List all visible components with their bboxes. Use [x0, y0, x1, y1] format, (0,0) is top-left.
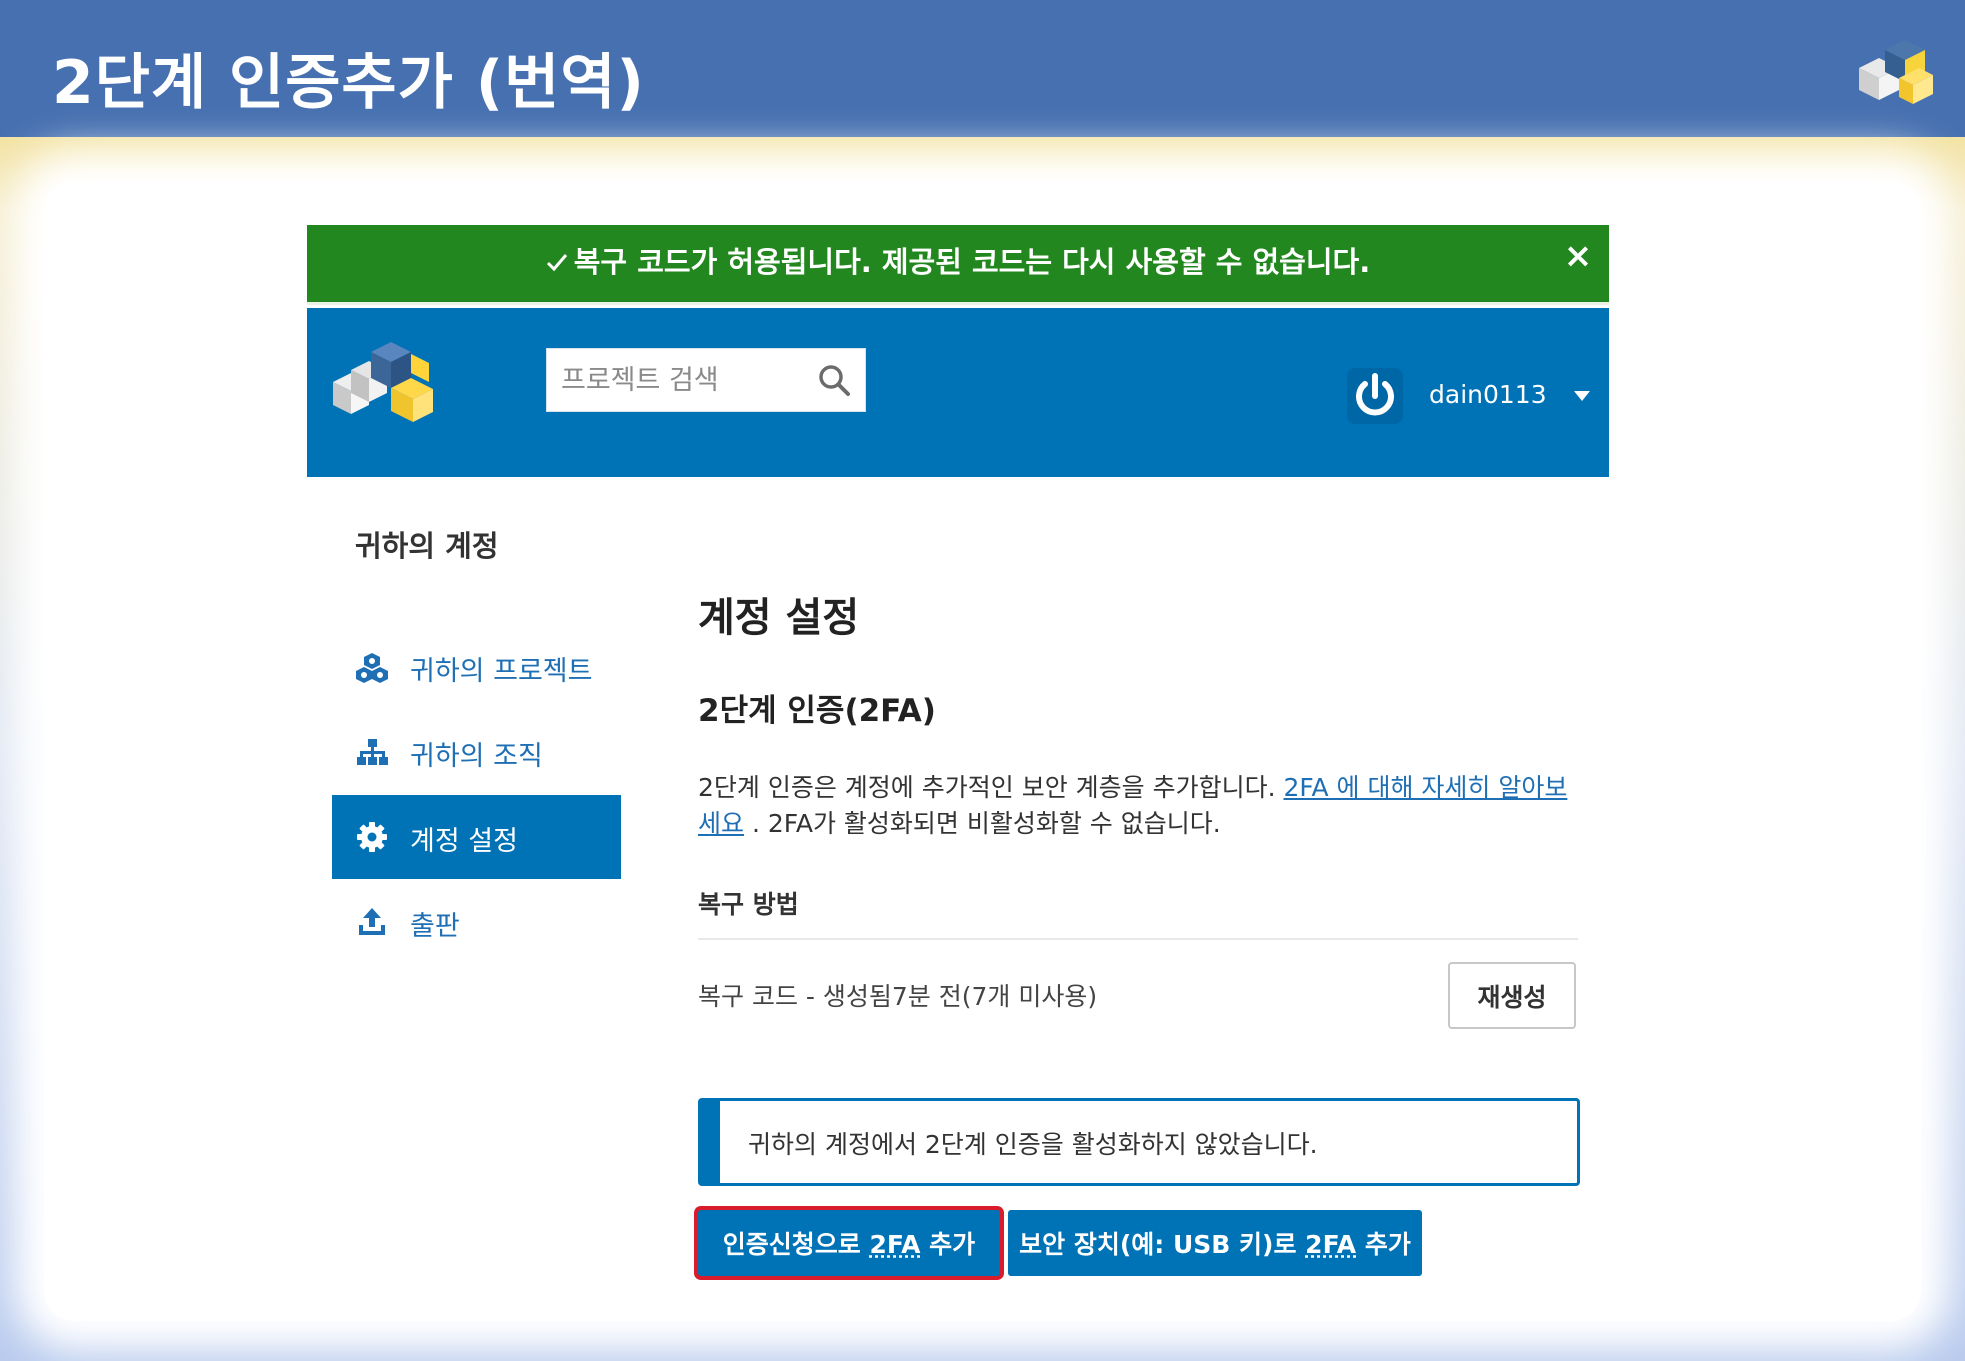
add-2fa-webauthn-button[interactable]: 인증신청으로 2FA 추가 [698, 1210, 1000, 1276]
twofa-disabled-callout: 귀하의 계정에서 2단계 인증을 활성화하지 않았습니다. [698, 1098, 1580, 1186]
success-flash-banner: 복구 코드가 허용됩니다. 제공된 코드는 다시 사용할 수 없습니다. × [307, 225, 1609, 305]
chevron-down-icon [1574, 391, 1590, 401]
recovery-code-status: 복구 코드 - 생성됨7분 전(7개 미사용) [698, 982, 1098, 1011]
project-search [546, 348, 866, 412]
slide-header: 2단계 인증추가 (번역) [0, 0, 1965, 137]
sidebar-item-label: 출판 [410, 911, 460, 942]
sidebar-item-label: 귀하의 프로젝트 [410, 656, 593, 687]
sidebar-item-publishing[interactable]: 출판 [332, 880, 621, 964]
pypi-screenshot: 복구 코드가 허용됩니다. 제공된 코드는 다시 사용할 수 없습니다. × 프… [307, 225, 1609, 1280]
sitemap-icon [357, 739, 388, 765]
search-icon[interactable] [817, 363, 851, 397]
sidebar-item-projects[interactable]: 귀하의 프로젝트 [332, 625, 621, 709]
python-cubes-logo [1859, 40, 1933, 104]
check-icon [546, 245, 568, 279]
sidebar-item-label: 계정 설정 [410, 826, 518, 857]
pypi-logo[interactable] [329, 330, 439, 430]
gear-icon [357, 822, 387, 852]
cubes-icon [356, 653, 388, 683]
callout-text: 귀하의 계정에서 2단계 인증을 활성화하지 않았습니다. [748, 1130, 1318, 1159]
username: dain0113 [1429, 380, 1547, 409]
avatar [1347, 368, 1403, 424]
divider [698, 938, 1578, 940]
sidebar-item-account-settings[interactable]: 계정 설정 [332, 795, 621, 879]
flash-message: 복구 코드가 허용됩니다. 제공된 코드는 다시 사용할 수 없습니다. [573, 245, 1371, 279]
site-header: dain0113 [307, 308, 1609, 477]
section-title: 2단계 인증(2FA) [698, 693, 936, 729]
twofa-description: 2단계 인증은 계정에 추가적인 보안 계층을 추가합니다. 2FA 에 대해 … [698, 773, 1568, 838]
search-input[interactable] [561, 361, 801, 399]
add-2fa-security-device-button[interactable]: 보안 장치(예: USB 키)로 2FA 추가 [1008, 1210, 1422, 1276]
power-icon [1356, 373, 1394, 416]
sidebar-item-organizations[interactable]: 귀하의 조직 [332, 710, 621, 794]
upload-icon [359, 908, 385, 935]
recovery-heading: 복구 방법 [698, 890, 799, 919]
regenerate-button[interactable]: 재생성 [1448, 962, 1576, 1029]
sidebar-title: 귀하의 계정 [355, 529, 499, 563]
close-icon[interactable]: × [1561, 239, 1595, 273]
slide-title: 2단계 인증추가 (번역) [52, 48, 645, 118]
sidebar-item-label: 귀하의 조직 [410, 741, 543, 772]
page-title: 계정 설정 [698, 595, 860, 641]
